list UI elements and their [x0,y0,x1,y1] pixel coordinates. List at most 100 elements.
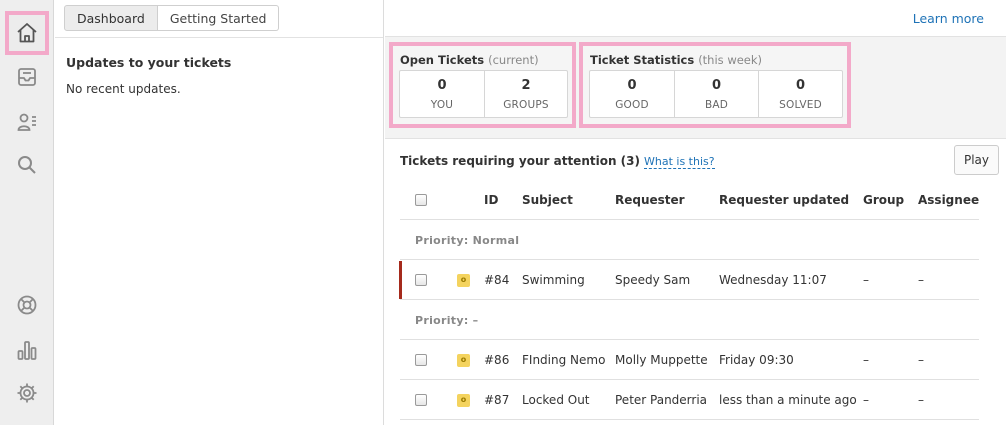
open-tickets-title: Open Tickets (current) [400,53,539,67]
topbar: Learn more [385,0,1006,37]
stat-groups[interactable]: 2 GROUPS [484,71,567,117]
stat-label: BAD [704,99,729,111]
priority-group-label: Priority: Normal [415,233,520,247]
nav-reporting[interactable] [5,328,49,372]
table-row[interactable]: o #84 Swimming Speedy Sam Wednesday 11:0… [399,260,979,300]
row-select-cell [415,380,427,420]
priority-group-label: Priority: – [415,313,479,327]
updates-empty-message: No recent updates. [66,82,181,96]
stat-label: GROUPS [503,99,549,111]
help-ring-icon [17,295,37,315]
ticket-statistics-title-text: Ticket Statistics [590,53,695,67]
nav-home[interactable] [5,11,49,55]
ticket-updated: Wednesday 11:07 [719,273,827,287]
nav-help[interactable] [5,283,49,327]
whats-this-link[interactable]: What is this? [644,155,715,169]
ticket-updated: less than a minute ago [719,393,857,407]
ticket-subject[interactable]: FInding Nemo [522,340,605,380]
open-tickets-subtitle: (current) [488,53,539,67]
ticket-requester: Speedy Sam [615,273,691,287]
column-group[interactable]: Group [863,180,904,220]
open-tickets-panel: Open Tickets (current) 0 YOU 2 GROUPS [389,42,576,128]
nav-search[interactable] [5,143,49,187]
stat-value: 0 [437,78,447,93]
column-requester[interactable]: Requester [615,180,685,220]
status-cell: o [457,340,470,380]
inbox-icon [18,68,36,86]
learn-more-link[interactable]: Learn more [913,11,984,26]
ticket-group: – [863,353,869,367]
select-all-checkbox[interactable] [415,194,427,206]
stat-solved[interactable]: 0 SOLVED [758,71,842,117]
divider [55,37,383,38]
ticket-assignee: – [918,393,924,407]
ticket-subject[interactable]: Locked Out [522,380,590,420]
home-icon [17,23,37,43]
group-row: Priority: – [400,300,979,340]
stat-label: SOLVED [779,99,822,111]
column-assignee[interactable]: Assignee [918,180,979,220]
ticket-requester: Molly Muppette [615,353,708,367]
ticket-updated: Friday 09:30 [719,353,794,367]
stat-value: 2 [521,78,531,93]
status-cell: o [457,260,470,300]
gear-icon [17,383,37,403]
row-select-cell [415,260,427,300]
ticket-assignee: – [918,353,924,367]
ticket-statistics-stats: 0 GOOD 0 BAD 0 SOLVED [589,70,843,118]
tab-dashboard[interactable]: Dashboard [64,5,158,31]
row-checkbox[interactable] [415,394,427,406]
nav-views[interactable] [5,55,49,99]
ticket-subject[interactable]: Swimming [522,260,585,300]
ticket-id: #84 [484,273,510,287]
nav-customers[interactable] [5,100,49,144]
ticket-group: – [863,393,869,407]
status-badge: o [457,393,470,407]
ticket-statistics-panel: Ticket Statistics (this week) 0 GOOD 0 B… [579,42,851,128]
updates-pane: Dashboard Getting Started Updates to you… [55,0,384,425]
ticket-requester: Peter Panderria [615,393,708,407]
ticket-statistics-title: Ticket Statistics (this week) [590,53,762,67]
table-row[interactable]: o #87 Locked Out Peter Panderria less th… [400,380,979,420]
reporting-icon [17,341,37,360]
stat-label: GOOD [615,99,649,111]
stat-value: 0 [711,78,722,93]
column-requester-updated[interactable]: Requester updated [719,180,849,220]
ticket-group: – [863,273,869,287]
ticket-statistics-subtitle: (this week) [698,53,763,67]
stat-bad[interactable]: 0 BAD [674,71,758,117]
stat-value: 0 [795,78,806,93]
stat-good[interactable]: 0 GOOD [590,71,674,117]
open-tickets-title-text: Open Tickets [400,53,485,67]
left-nav [0,0,54,425]
priority-indicator [399,261,402,299]
status-cell: o [457,380,470,420]
dashboard-tabs: Dashboard Getting Started [64,5,280,31]
stat-label: YOU [430,99,454,111]
ticket-id: #87 [484,393,510,407]
status-badge: o [457,273,470,287]
ticket-assignee: – [918,273,924,287]
tickets-table: ID Subject Requester Requester updated G… [399,180,979,420]
nav-admin[interactable] [5,371,49,415]
column-id[interactable]: ID [484,180,498,220]
row-checkbox[interactable] [415,354,427,366]
stat-you[interactable]: 0 YOU [400,71,484,117]
select-all-cell [415,180,427,220]
tab-getting-started[interactable]: Getting Started [157,5,280,31]
table-row[interactable]: o #86 FInding Nemo Molly Muppette Friday… [400,340,979,380]
status-badge: o [457,353,470,367]
group-row: Priority: Normal [400,220,979,260]
table-header: ID Subject Requester Requester updated G… [400,180,979,220]
row-checkbox[interactable] [415,274,427,286]
open-tickets-stats: 0 YOU 2 GROUPS [399,70,568,118]
main-pane: Learn more Open Tickets (current) 0 YOU … [385,0,1006,425]
column-subject[interactable]: Subject [522,180,573,220]
stats-band: Open Tickets (current) 0 YOU 2 GROUPS Ti… [385,37,1006,139]
ticket-id: #86 [484,353,510,367]
row-select-cell [415,340,427,380]
updates-title: Updates to your tickets [66,55,232,70]
users-icon [17,113,36,131]
play-button[interactable]: Play [954,145,999,175]
search-icon [18,156,36,174]
